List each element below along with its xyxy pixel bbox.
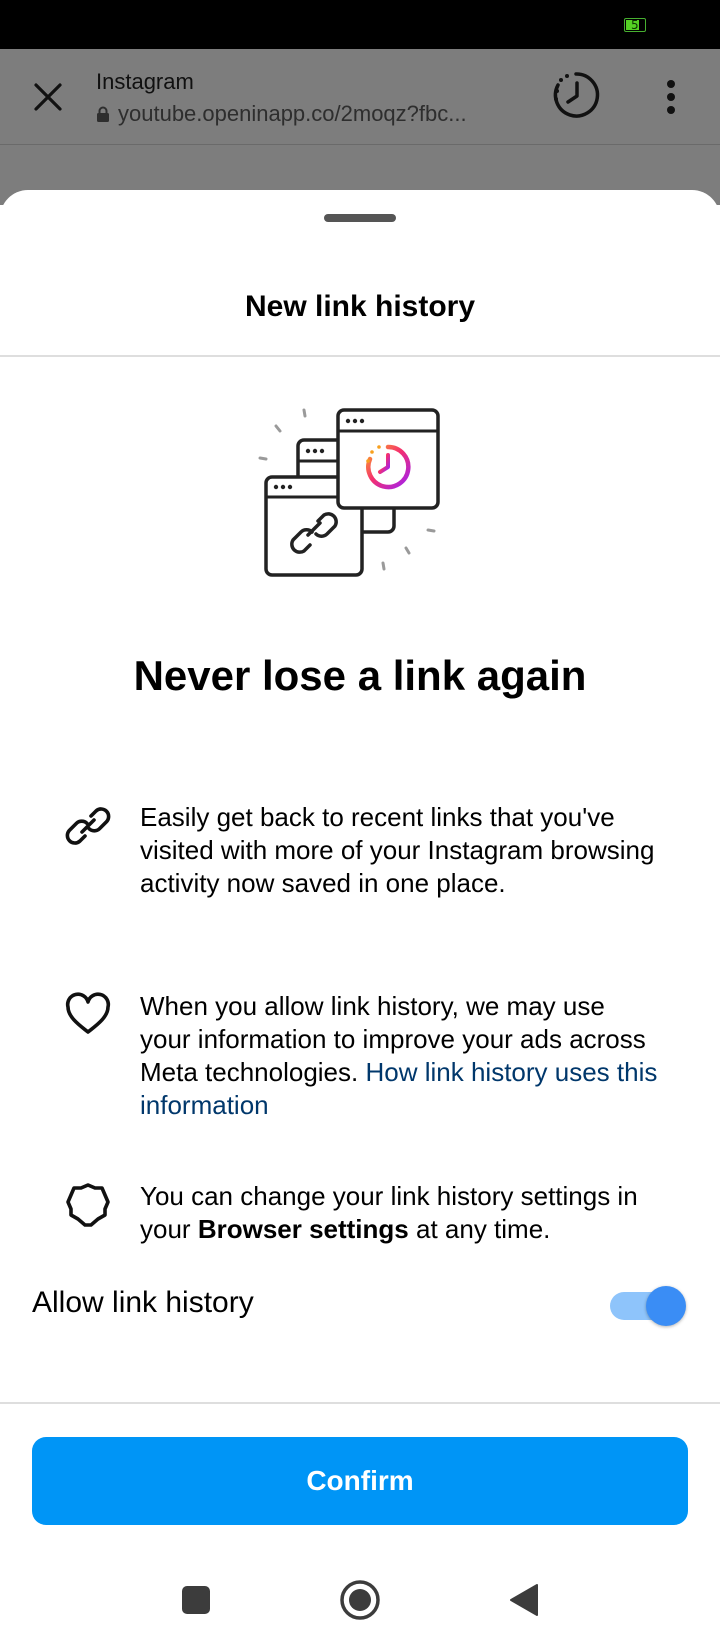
info-item-settings: You can change your link history setting… (60, 1180, 680, 1246)
back-button[interactable] (500, 1576, 548, 1624)
sheet-drag-handle[interactable] (324, 214, 396, 222)
battery-level: 5 (631, 18, 639, 32)
browser-header: Instagram youtube.openinapp.co/2moqz?fbc… (0, 49, 720, 145)
info-item-ads: When you allow link history, we may use … (60, 990, 680, 1122)
browser-settings-link[interactable]: Browser settings (198, 1214, 409, 1244)
home-button[interactable] (336, 1576, 384, 1624)
link-history-button[interactable] (550, 69, 602, 121)
battery-icon: 5 (624, 18, 646, 32)
close-icon (34, 83, 62, 111)
home-icon (340, 1580, 380, 1620)
link-history-illustration (258, 408, 440, 577)
heart-icon (65, 992, 111, 1034)
lock-icon (97, 106, 109, 122)
toggle-knob (646, 1286, 686, 1326)
link-icon (65, 807, 111, 845)
more-vertical-icon (667, 80, 675, 114)
info-text: Easily get back to recent links that you… (140, 802, 655, 898)
system-nav-bar (0, 1540, 720, 1650)
info-item-recent-links: Easily get back to recent links that you… (60, 801, 680, 900)
gear-icon (66, 1183, 110, 1227)
sheet-title: New link history (244, 290, 476, 323)
divider (0, 1402, 720, 1404)
divider (0, 355, 720, 357)
link-history-sheet: New link history Never lose a link again… (0, 190, 720, 1650)
history-clock-icon (553, 72, 600, 118)
headline: Never lose a link again (133, 652, 587, 699)
status-bar: 5 (0, 0, 720, 49)
toggle-label: Allow link history (32, 1286, 254, 1319)
recents-icon (182, 1586, 210, 1614)
browser-title: Instagram (96, 69, 194, 94)
browser-url[interactable]: youtube.openinapp.co/2moqz?fbc... (96, 101, 467, 127)
more-options-button[interactable] (655, 75, 687, 119)
allow-link-history-toggle[interactable] (610, 1286, 686, 1326)
close-button[interactable] (24, 73, 72, 121)
back-icon (510, 1584, 538, 1616)
recents-button[interactable] (172, 1576, 220, 1624)
info-text: at any time. (416, 1214, 551, 1244)
url-text: youtube.openinapp.co/2moqz?fbc... (118, 101, 467, 126)
confirm-button[interactable]: Confirm (32, 1437, 688, 1525)
allow-link-history-row[interactable]: Allow link history (0, 1270, 720, 1340)
